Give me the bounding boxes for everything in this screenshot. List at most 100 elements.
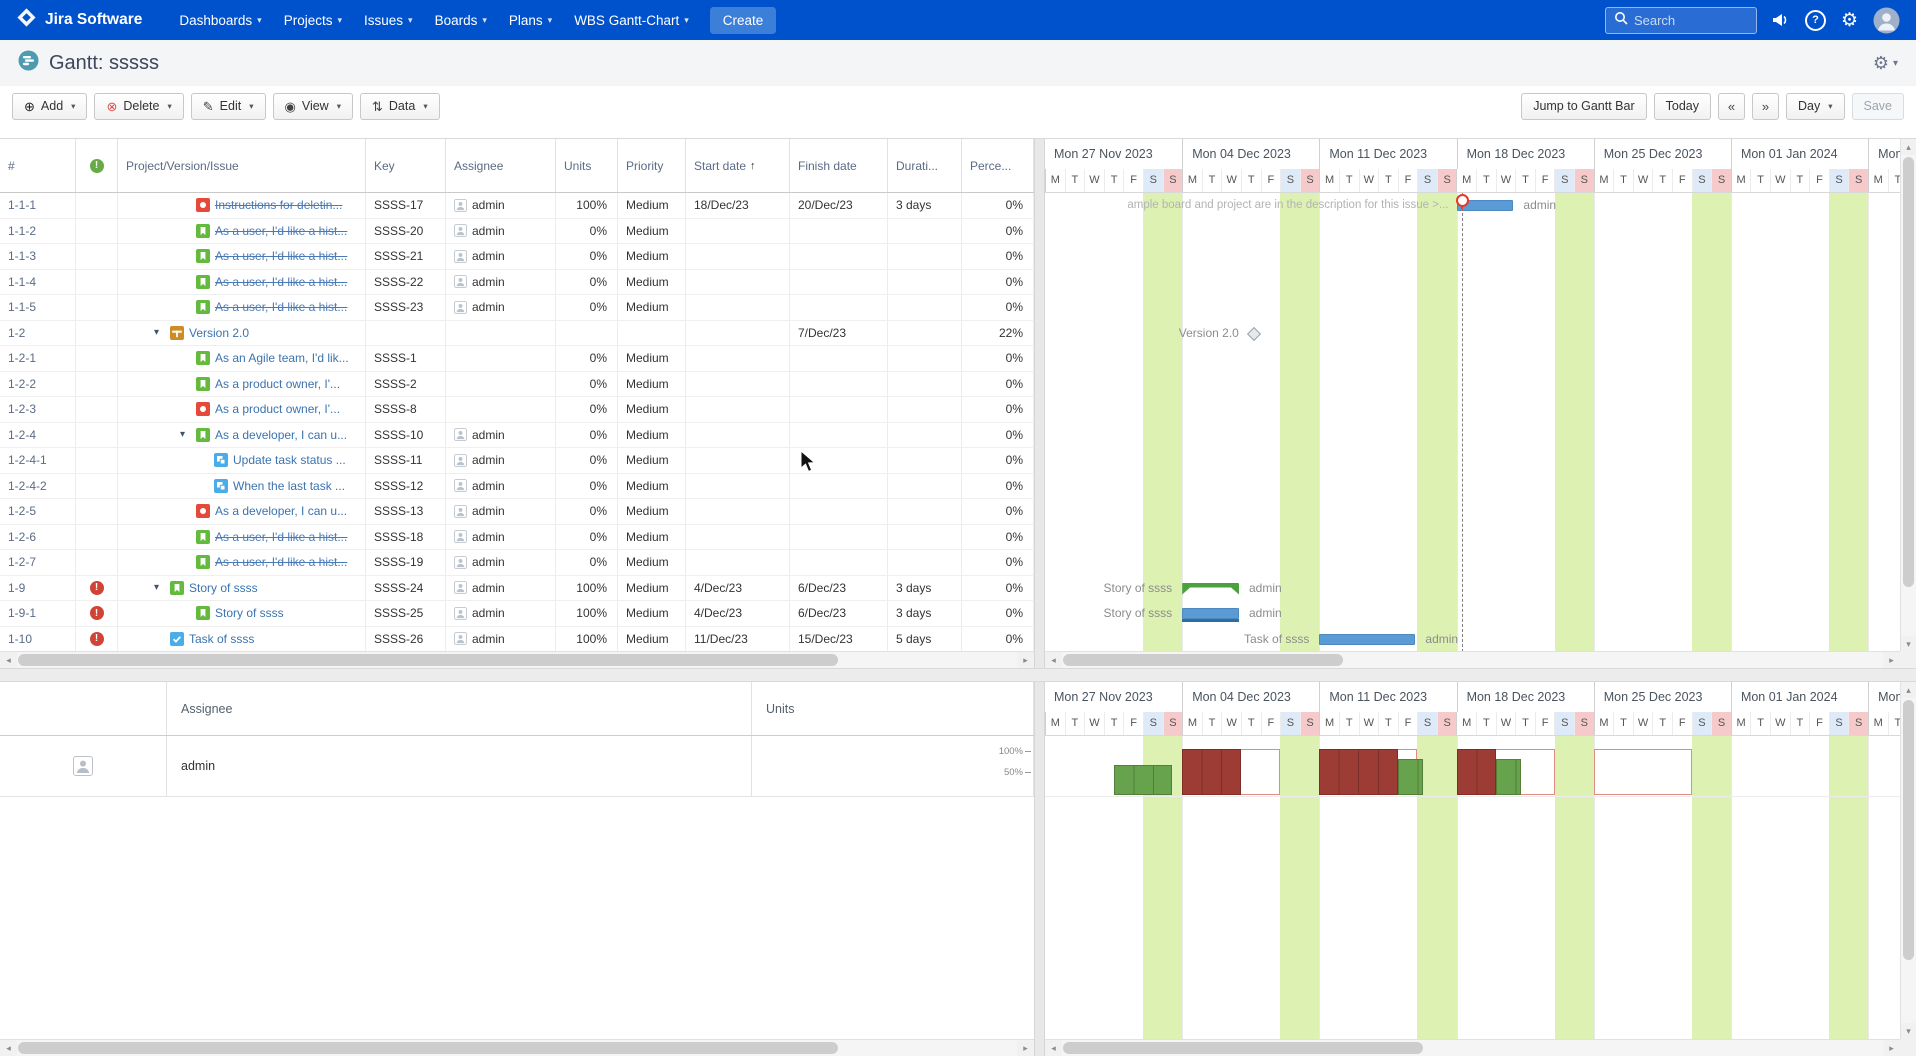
expand-collapse-arrow[interactable]: ▾: [154, 582, 170, 593]
scroll-up-icon[interactable]: ▴: [1901, 682, 1916, 698]
expand-collapse-arrow[interactable]: ▾: [154, 327, 170, 338]
column-header-priority[interactable]: Priority: [618, 139, 686, 192]
table-row[interactable]: 1-1-2As a user, I'd like a hist...SSSS-2…: [0, 219, 1034, 245]
issue-link[interactable]: As a product owner, I'...: [215, 402, 340, 416]
create-button[interactable]: Create: [710, 7, 777, 34]
issue-link[interactable]: Story of ssss: [215, 606, 284, 620]
table-row[interactable]: 1-2-3As a product owner, I'...SSSS-80%Me…: [0, 397, 1034, 423]
edit-button[interactable]: ✎Edit▾: [191, 93, 266, 120]
issue-link[interactable]: As a user, I'd like a hist...: [215, 249, 347, 263]
issue-link[interactable]: As a developer, I can u...: [215, 428, 347, 442]
scroll-down-icon[interactable]: ▾: [1901, 1023, 1916, 1039]
scroll-down-icon[interactable]: ▾: [1901, 636, 1916, 652]
issue-link[interactable]: Version 2.0: [189, 326, 249, 340]
summary-bar[interactable]: [1182, 583, 1239, 595]
issue-link[interactable]: Instructions for deletin...: [215, 198, 342, 212]
prev-button[interactable]: «: [1718, 93, 1745, 120]
scroll-left-icon[interactable]: ◂: [1045, 652, 1062, 668]
scroll-right-icon[interactable]: ▸: [1017, 652, 1034, 668]
save-button[interactable]: Save: [1852, 93, 1905, 120]
task-bar[interactable]: [1182, 608, 1239, 619]
issue-link[interactable]: Update task status ...: [233, 453, 346, 467]
table-row[interactable]: 1-9-1!Story of ssssSSSS-25admin100%Mediu…: [0, 601, 1034, 627]
column-header-assignee[interactable]: Assignee: [446, 139, 556, 192]
table-horizontal-scrollbar[interactable]: ◂ ▸: [0, 651, 1034, 668]
load-horizontal-scrollbar[interactable]: ◂ ▸: [1045, 1039, 1900, 1056]
milestone-diamond[interactable]: [1247, 326, 1261, 340]
settings-icon[interactable]: ⚙: [1841, 9, 1858, 32]
task-bar[interactable]: [1319, 634, 1415, 645]
expand-collapse-arrow[interactable]: ▾: [180, 429, 196, 440]
gantt-settings-gear[interactable]: ⚙▾: [1873, 53, 1898, 74]
table-row[interactable]: 1-1-5As a user, I'd like a hist...SSSS-2…: [0, 295, 1034, 321]
view-button[interactable]: ◉View▾: [273, 93, 354, 120]
column-header-units[interactable]: Units: [556, 139, 618, 192]
nav-menu-plans[interactable]: Plans▾: [498, 7, 563, 34]
issue-link[interactable]: Story of ssss: [189, 581, 258, 595]
issue-link[interactable]: As a developer, I can u...: [215, 504, 347, 518]
scroll-right-icon[interactable]: ▸: [1883, 652, 1900, 668]
table-row[interactable]: 1-2-2As a product owner, I'...SSSS-20%Me…: [0, 372, 1034, 398]
table-row[interactable]: 1-2-4▾As a developer, I can u...SSSS-10a…: [0, 423, 1034, 449]
table-row[interactable]: 1-2-4-1Update task status ...SSSS-11admi…: [0, 448, 1034, 474]
scrollbar-thumb[interactable]: [18, 654, 838, 666]
column-header-key[interactable]: Key: [366, 139, 446, 192]
gantt-horizontal-scrollbar[interactable]: ◂ ▸: [1045, 651, 1900, 668]
issue-link[interactable]: When the last task ...: [233, 479, 345, 493]
load-vertical-scrollbar[interactable]: ▴ ▾: [1900, 682, 1916, 1039]
nav-menu-issues[interactable]: Issues▾: [353, 7, 424, 34]
scroll-left-icon[interactable]: ◂: [0, 652, 17, 668]
vertical-splitter[interactable]: [1034, 682, 1045, 1056]
table-row[interactable]: 1-9!▾Story of ssssSSSS-24admin100%Medium…: [0, 576, 1034, 602]
table-row[interactable]: 1-1-1Instructions for deletin...SSSS-17a…: [0, 193, 1034, 219]
issue-link[interactable]: As a user, I'd like a hist...: [215, 555, 347, 569]
column-header-name[interactable]: Project/Version/Issue: [118, 139, 366, 192]
table-row[interactable]: 1-2-7As a user, I'd like a hist...SSSS-1…: [0, 550, 1034, 576]
search-input[interactable]: [1634, 13, 1748, 28]
issue-link[interactable]: As a user, I'd like a hist...: [215, 275, 347, 289]
today-button[interactable]: Today: [1654, 93, 1711, 120]
issue-link[interactable]: As an Agile team, I'd lik...: [215, 351, 349, 365]
horizontal-splitter[interactable]: [0, 668, 1916, 682]
nav-search[interactable]: [1605, 7, 1757, 34]
column-header-status[interactable]: !: [76, 139, 118, 192]
nav-menu-dashboards[interactable]: Dashboards▾: [168, 7, 272, 34]
vertical-splitter[interactable]: [1034, 139, 1045, 668]
column-header-finish[interactable]: Finish date: [790, 139, 888, 192]
issue-link[interactable]: As a user, I'd like a hist...: [215, 224, 347, 238]
nav-menu-projects[interactable]: Projects▾: [273, 7, 353, 34]
zoom-level-button[interactable]: Day▾: [1786, 93, 1845, 120]
column-header-start[interactable]: Start date↑: [686, 139, 790, 192]
column-header-num[interactable]: #: [0, 139, 76, 192]
resource-row[interactable]: admin: [0, 736, 1034, 797]
megaphone-icon[interactable]: [1772, 12, 1790, 28]
help-icon[interactable]: ?: [1805, 10, 1826, 31]
jira-logo[interactable]: Jira Software: [16, 7, 142, 33]
scroll-left-icon[interactable]: ◂: [1045, 1040, 1062, 1056]
jump-to-gantt-bar-button[interactable]: Jump to Gantt Bar: [1521, 93, 1646, 120]
next-button[interactable]: »: [1752, 93, 1779, 120]
scroll-right-icon[interactable]: ▸: [1017, 1040, 1034, 1056]
nav-menu-wbs-gantt-chart[interactable]: WBS Gantt-Chart▾: [563, 7, 700, 34]
column-header-duration[interactable]: Durati...: [888, 139, 962, 192]
nav-menu-boards[interactable]: Boards▾: [424, 7, 498, 34]
issue-link[interactable]: As a user, I'd like a hist...: [215, 530, 347, 544]
table-row[interactable]: 1-1-4As a user, I'd like a hist...SSSS-2…: [0, 270, 1034, 296]
table-row[interactable]: 1-2-1As an Agile team, I'd lik...SSSS-10…: [0, 346, 1034, 372]
issue-link[interactable]: As a product owner, I'...: [215, 377, 340, 391]
scrollbar-thumb[interactable]: [1063, 654, 1343, 666]
table-row[interactable]: 1-1-3As a user, I'd like a hist...SSSS-2…: [0, 244, 1034, 270]
scrollbar-thumb[interactable]: [1063, 1042, 1423, 1054]
table-row[interactable]: 1-2-5As a developer, I can u...SSSS-13ad…: [0, 499, 1034, 525]
scrollbar-thumb[interactable]: [1903, 157, 1914, 587]
scroll-left-icon[interactable]: ◂: [0, 1040, 17, 1056]
gantt-vertical-scrollbar[interactable]: ▴ ▾: [1900, 139, 1916, 652]
issue-link[interactable]: As a user, I'd like a hist...: [215, 300, 347, 314]
scrollbar-thumb[interactable]: [18, 1042, 838, 1054]
add-button[interactable]: ⊕Add▾: [12, 93, 87, 120]
issue-link[interactable]: Task of ssss: [189, 632, 254, 646]
table-row[interactable]: 1-2▾Version 2.07/Dec/2322%: [0, 321, 1034, 347]
data-button[interactable]: ⇅Data▾: [360, 93, 440, 120]
table-row[interactable]: 1-2-4-2When the last task ...SSSS-12admi…: [0, 474, 1034, 500]
table-row[interactable]: 1-2-6As a user, I'd like a hist...SSSS-1…: [0, 525, 1034, 551]
